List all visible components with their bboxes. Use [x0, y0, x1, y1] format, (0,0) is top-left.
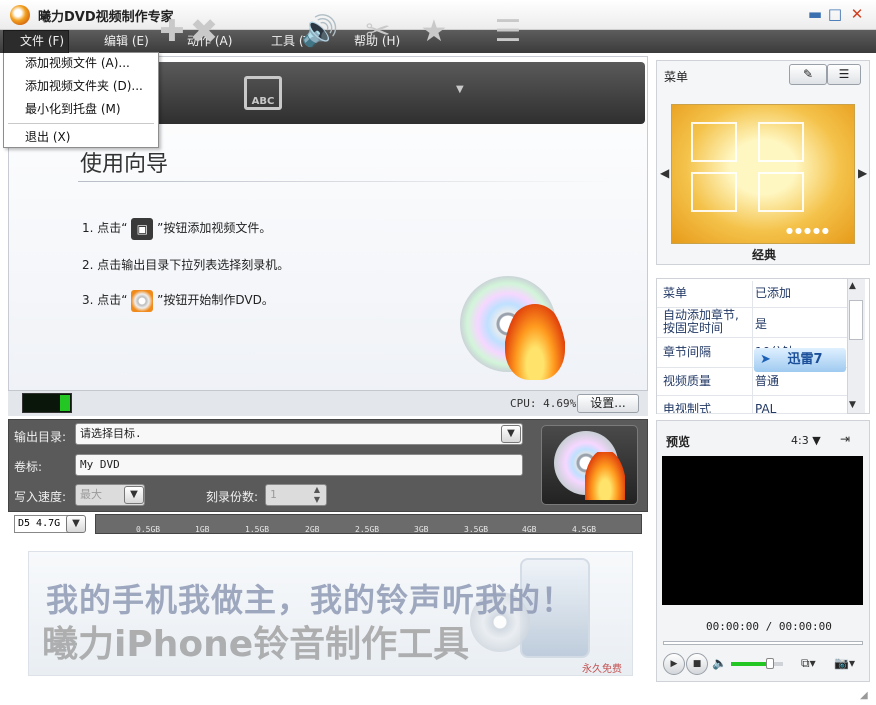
capacity-tick: 1GB — [195, 525, 210, 534]
speed-label: 写入速度: — [14, 490, 67, 504]
flame-icon — [585, 452, 625, 500]
menu-file-open-label[interactable]: 文件 (F) — [20, 30, 64, 53]
wizard-step-3: 3. 点击“ ”按钮开始制作DVD。 — [82, 288, 274, 312]
preview-time: 00:00:00 / 00:00:00 — [706, 620, 832, 633]
capacity-tick: 3.5GB — [464, 525, 489, 534]
volume-input[interactable]: My DVD — [75, 454, 523, 476]
preview-screen — [662, 456, 863, 605]
aspect-ratio-select[interactable]: 4:3 ▼ — [791, 434, 821, 447]
scroll-thumb[interactable] — [849, 300, 863, 340]
menu-add-video-folder[interactable]: 添加视频文件夹 (D)... — [25, 78, 143, 94]
prev-theme-icon[interactable]: ◀ — [660, 166, 669, 180]
maximize-button[interactable]: □ — [826, 6, 844, 22]
property-column-divider — [752, 281, 753, 413]
theme-name: 经典 — [752, 248, 777, 262]
wizard-divider — [78, 181, 618, 182]
scroll-up-icon[interactable]: ▲ — [849, 281, 856, 291]
ad-product-name: 曦力iPhone铃音制作工具 — [42, 624, 470, 665]
capacity-tick: 2.5GB — [355, 525, 380, 534]
play-button[interactable]: ▶ — [663, 653, 685, 675]
next-theme-icon[interactable]: ▶ — [858, 166, 867, 180]
wizard-step-1: 1. 点击“ ▣ ”按钮添加视频文件。 — [82, 216, 271, 240]
seek-bar[interactable] — [663, 641, 863, 645]
volume-level — [731, 662, 770, 666]
theme-page-dots: ●●●●● — [786, 226, 831, 235]
preview-title: 预览 — [666, 435, 691, 449]
capacity-tick: 3GB — [414, 525, 429, 534]
volume-label: 卷标: — [14, 460, 43, 474]
flame-icon — [505, 304, 565, 380]
menu-separator — [8, 123, 154, 124]
capacity-tick: 4GB — [522, 525, 537, 534]
xunlei-overlay[interactable]: ➤ 迅雷7 — [754, 348, 846, 372]
output-dir-label: 输出目录: — [14, 430, 67, 444]
menu-minimize-to-tray[interactable]: 最小化到托盘 (M) — [25, 101, 121, 117]
stop-button[interactable]: ■ — [686, 653, 708, 675]
capacity-tick: 0.5GB — [136, 525, 161, 534]
audio-icon[interactable]: 🔊 — [300, 14, 340, 50]
cpu-usage: CPU: 4.69% — [510, 397, 577, 410]
edit-menu-icon[interactable]: ✎ — [789, 64, 827, 85]
capacity-tick: 2GB — [305, 525, 320, 534]
xunlei-logo-icon: ➤ — [760, 352, 771, 367]
wizard-title: 使用向导 — [80, 152, 169, 177]
copies-label: 刻录份数: — [206, 490, 259, 504]
chapter-icon[interactable]: ☰ — [488, 14, 528, 50]
speed-dropdown-icon[interactable]: ▼ — [124, 486, 144, 504]
wizard-step-2: 2. 点击输出目录下拉列表选择刻录机。 — [82, 258, 290, 272]
effect-dropdown-icon[interactable]: ▼ — [456, 84, 464, 95]
thumbnail-frame — [691, 172, 737, 212]
scroll-down-icon[interactable]: ▼ — [849, 400, 856, 410]
cpu-meter-fill — [60, 395, 70, 411]
camera-icon[interactable]: 📷▾ — [834, 656, 855, 670]
ad-free-badge: 永久免费 — [582, 664, 622, 675]
output-dir-dropdown-icon[interactable]: ▼ — [501, 425, 521, 443]
effect-icon[interactable]: ★ — [414, 14, 454, 50]
disc-type-dropdown-icon[interactable]: ▼ — [66, 515, 86, 533]
delete-icon[interactable]: ✖ — [184, 14, 224, 50]
screenshot-folder-icon[interactable]: ⧉▾ — [801, 656, 816, 671]
close-button[interactable]: ✕ — [848, 6, 866, 22]
burn-disc-icon — [131, 289, 154, 312]
capacity-tick: 1.5GB — [245, 525, 270, 534]
thumbnail-frame — [758, 172, 804, 212]
menu-edit[interactable]: 编辑 (E) — [104, 30, 149, 53]
thumbnail-frame — [691, 122, 737, 162]
minimize-button[interactable]: ▬ — [806, 6, 824, 22]
volume-knob[interactable] — [766, 658, 774, 669]
resize-grip-icon[interactable]: ◢ — [860, 690, 868, 701]
settings-button[interactable]: 设置... — [577, 394, 639, 413]
detach-preview-icon[interactable]: ⇥ — [840, 432, 850, 446]
thumbnail-frame — [758, 122, 804, 162]
capacity-tick: 4.5GB — [572, 525, 597, 534]
stepper-arrows-icon[interactable]: ▲ ▼ — [308, 485, 326, 505]
subtitle-icon[interactable]: ABC — [244, 76, 282, 110]
app-logo-icon — [10, 5, 30, 25]
menu-list-icon[interactable]: ☰ — [827, 64, 861, 85]
menu-add-video-file[interactable]: 添加视频文件 (A)... — [25, 55, 130, 71]
volume-icon[interactable]: 🔈 — [712, 656, 727, 670]
output-dir-select[interactable]: 请选择目标. — [75, 423, 523, 445]
menu-exit[interactable]: 退出 (X) — [25, 129, 70, 145]
cut-icon[interactable]: ✂ — [358, 14, 398, 50]
menu-panel-title: 菜单 — [664, 70, 689, 84]
add-video-icon: ▣ — [131, 217, 154, 240]
